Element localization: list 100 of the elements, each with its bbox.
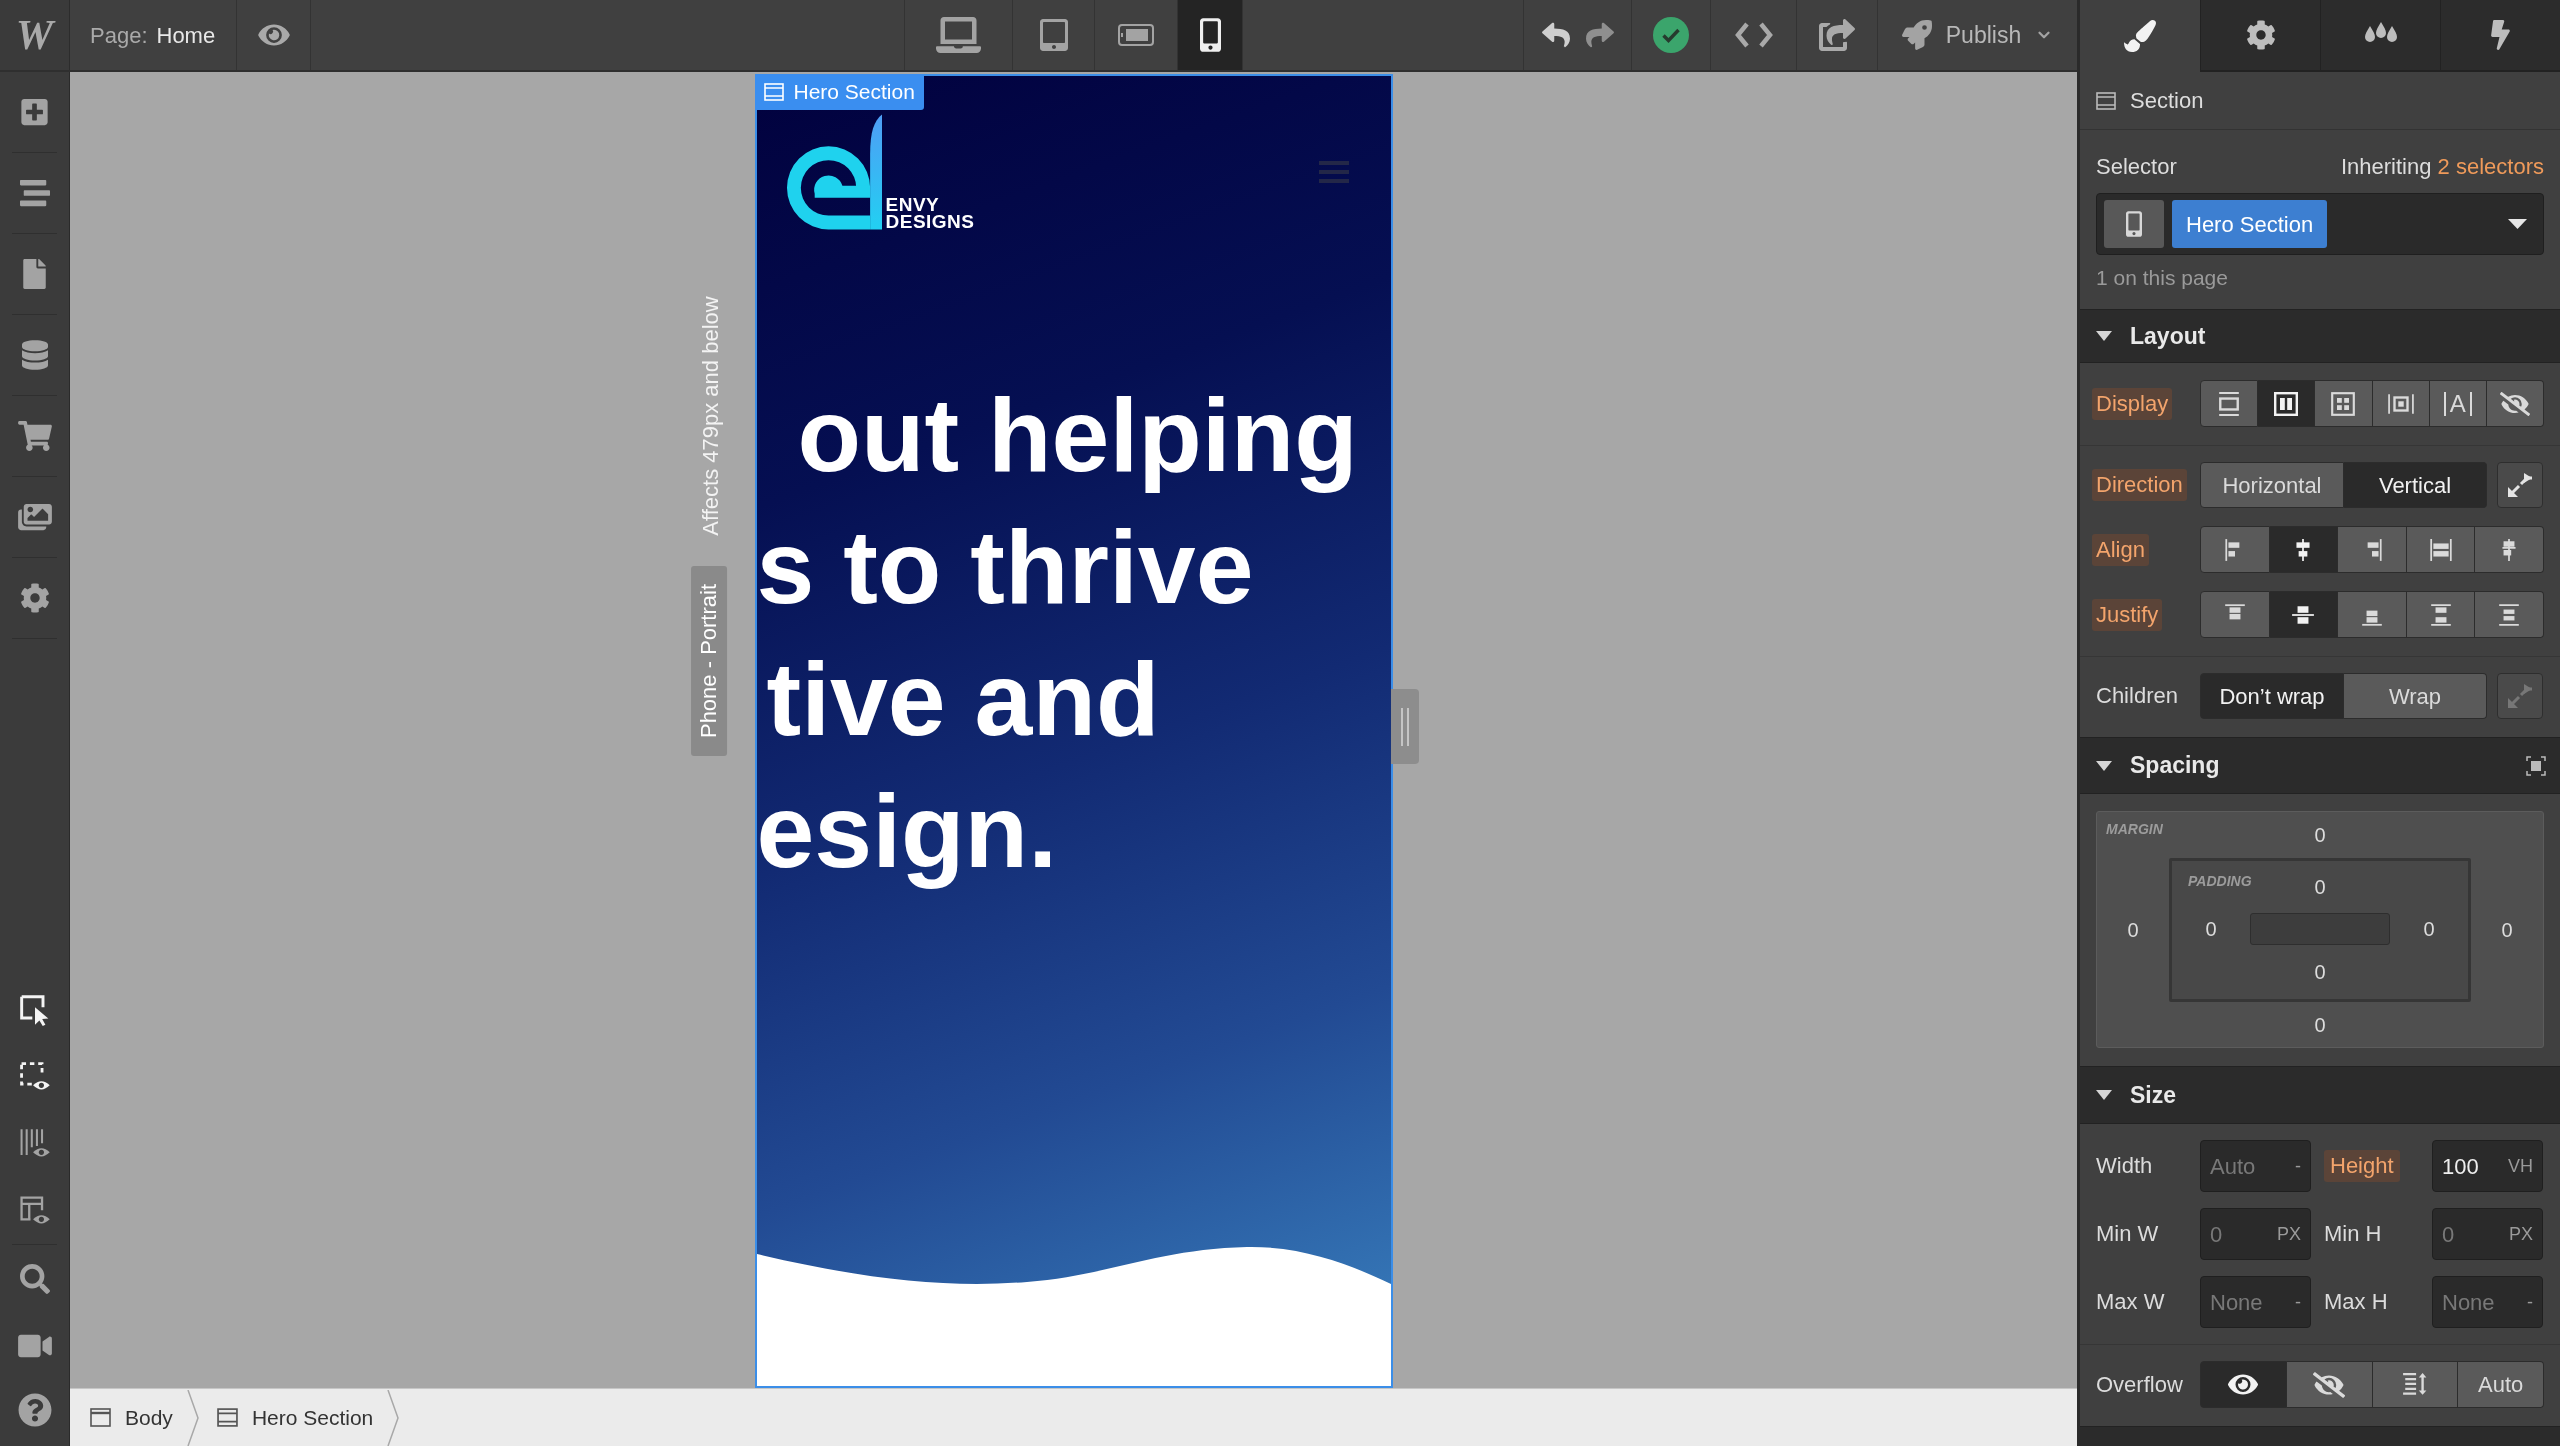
breakpoint-button[interactable] [2104,200,2164,248]
display-option-button[interactable] [2315,380,2373,427]
padding-top-value[interactable]: 0 [2314,876,2326,898]
section-icon [216,1408,238,1427]
property-label: Overflow [2096,1370,2183,1399]
chevron-right-icon [387,1389,400,1446]
box-model-icon [2526,755,2546,776]
property-label: Children [2096,682,2178,710]
segment-button[interactable]: Wrap [2344,673,2487,719]
size-label: Height [2324,1150,2400,1182]
segment-button[interactable]: Horizontal [2200,462,2344,508]
align-option-button[interactable] [2475,526,2544,573]
size-field[interactable]: Auto - [2200,1140,2311,1192]
overflow-option-button[interactable] [2200,1361,2287,1408]
window-icon [90,1408,111,1427]
justify-around-icon [2497,602,2522,627]
padding-label: PADDING [2188,871,2252,891]
size-label: Max H [2324,1288,2388,1316]
phone-icon [1199,18,1221,52]
padding-left-value[interactable]: 0 [2205,918,2217,940]
segment-button[interactable]: Don’t wrap [2200,673,2344,719]
property-label: Display [2092,387,2173,420]
margin-top-value[interactable]: 0 [2314,824,2326,846]
justify-option-button[interactable] [2200,591,2270,638]
selectors-link[interactable]: 2 selectors [2437,153,2544,179]
justify-between-icon [2428,602,2453,627]
hero-headline: out helping s to thrive tive and esign. [756,376,1358,891]
display-option-button[interactable]: A [2429,380,2487,427]
export-icon [1819,19,1855,51]
overflow-option-button[interactable]: Auto [2458,1361,2544,1408]
size-label: Min W [2096,1220,2159,1248]
resize-handle[interactable] [1390,689,1419,764]
style-manager-tab[interactable] [2320,0,2440,72]
undo-arrow-icon [1541,21,1570,49]
size-field[interactable]: 0 PX [2200,1208,2311,1260]
settings-tab[interactable] [2200,0,2320,72]
selector-tag[interactable]: Hero Section [2172,200,2328,248]
overflow-option-button[interactable] [2286,1361,2373,1408]
size-field[interactable]: None - [2432,1276,2543,1328]
stacked-lines-icon [19,178,50,208]
breadcrumb-item[interactable]: Body [76,1389,187,1446]
selector-field[interactable]: Hero Section [2096,193,2544,255]
selection-tag[interactable]: Hero Section [754,74,924,110]
breadcrumb-item[interactable]: Hero Section [202,1389,388,1446]
display-option-button[interactable] [2372,380,2430,427]
diagonal-arrows-icon [2507,683,2533,709]
align-stretch-icon [2428,537,2453,562]
align-option-button[interactable] [2338,526,2407,573]
padding-bottom-value[interactable]: 0 [2314,961,2326,983]
justify-option-button[interactable] [2406,591,2476,638]
app-logo[interactable]: W [0,0,70,70]
margin-left-value[interactable]: 0 [2127,919,2139,941]
justify-option-button[interactable] [2475,591,2544,638]
align-option-button[interactable] [2200,526,2270,573]
grid-icon [2331,391,2356,416]
settings-icon [2245,20,2276,50]
section-icon [763,83,784,101]
align-option-button[interactable] [2269,526,2339,573]
element-type: Section [2130,87,2204,115]
laptop-icon [936,17,981,53]
property-label: Align [2092,533,2149,566]
display-option-button[interactable] [2486,380,2545,427]
breakpoint-tag: Phone - Portrait [691,565,728,757]
chevron-right-icon [186,1389,199,1446]
display-option-button[interactable] [2200,380,2259,427]
page-selector[interactable]: Page: Home [70,0,237,70]
size-field[interactable]: None - [2200,1276,2311,1328]
padding-right-value[interactable]: 0 [2423,918,2435,940]
justify-option-button[interactable] [2338,591,2407,638]
phone-landscape-icon [1118,24,1154,46]
logo-wordmark: ENVY DESIGNS [885,196,975,232]
size-field[interactable]: 100 VH [2432,1140,2543,1192]
align-option-button[interactable] [2406,526,2476,573]
breakpoint-note: Affects 479px and below [697,296,724,536]
justify-option-button[interactable] [2269,591,2339,638]
margin-right-value[interactable]: 0 [2501,919,2513,941]
usage-count: 1 on this page [2096,265,2228,292]
margin-bottom-value[interactable]: 0 [2314,1013,2326,1036]
settings-icon [19,583,50,613]
property-label: Justify [2092,598,2163,631]
eye-slash-icon [2313,1371,2346,1398]
size-field[interactable]: 0 PX [2432,1208,2543,1260]
interactions-tab[interactable] [2440,0,2560,72]
margin-label: MARGIN [2106,819,2163,839]
rocket-icon [1901,20,1932,50]
device-button[interactable] [1177,0,1243,70]
file-icon [23,259,46,289]
inheriting-text: Inheriting 2 selectors [2340,152,2544,181]
overflow-option-button[interactable] [2372,1361,2459,1408]
segment-button[interactable]: Vertical [2344,462,2487,508]
section-header[interactable]: Spacing [2080,737,2560,794]
reverse-button[interactable] [2497,462,2543,508]
images-icon [17,502,52,532]
columns-box-icon [2274,391,2299,416]
display-option-button[interactable] [2258,380,2316,427]
hamburger-menu-icon [1318,160,1349,184]
section-header[interactable]: Layout [2080,309,2560,363]
selector-label: Selector [2096,152,2177,181]
size-label: Width [2096,1152,2153,1180]
section-header[interactable]: Size [2080,1066,2560,1124]
